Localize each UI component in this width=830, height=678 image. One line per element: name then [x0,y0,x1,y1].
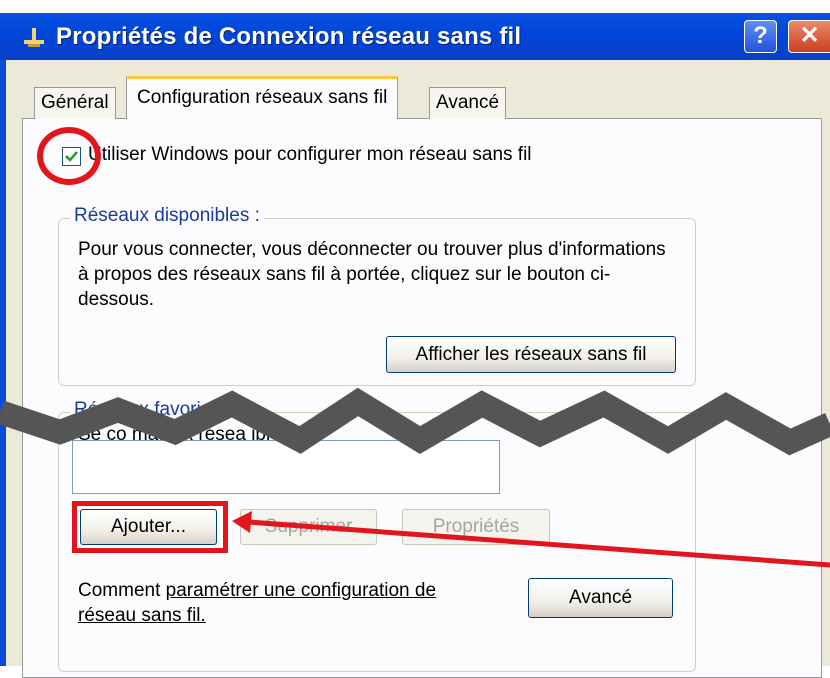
tab-general[interactable]: Général [34,87,116,119]
torn-edge-overlay [0,387,830,456]
add-button-highlight [72,501,228,553]
tab-wireless-configuration[interactable]: Configuration réseaux sans fil [126,76,399,119]
help-button[interactable]: ? [744,20,777,53]
close-button[interactable]: ✕ [788,20,830,53]
remove-button[interactable]: Supprimer [240,509,377,545]
use-windows-label[interactable]: Utiliser Windows pour configurer mon rés… [88,144,532,166]
available-networks-legend: Réseaux disponibles : [70,205,264,227]
help-text-prefix: Comment [78,580,166,601]
properties-button[interactable]: Propriétés [402,509,550,545]
available-networks-description: Pour vous connecter, vous déconnecter ou… [78,239,666,310]
network-connection-icon [24,28,44,47]
advanced-button[interactable]: Avancé [528,578,673,618]
show-wireless-networks-button[interactable]: Afficher les réseaux sans fil [386,336,676,373]
window-title: Propriétés de Connexion réseau sans fil [56,23,522,50]
highlight-circle [37,127,101,185]
window-frame [0,60,6,666]
tab-advanced[interactable]: Avancé [429,87,507,119]
help-text: Comment paramétrer une configuration de … [78,578,498,628]
